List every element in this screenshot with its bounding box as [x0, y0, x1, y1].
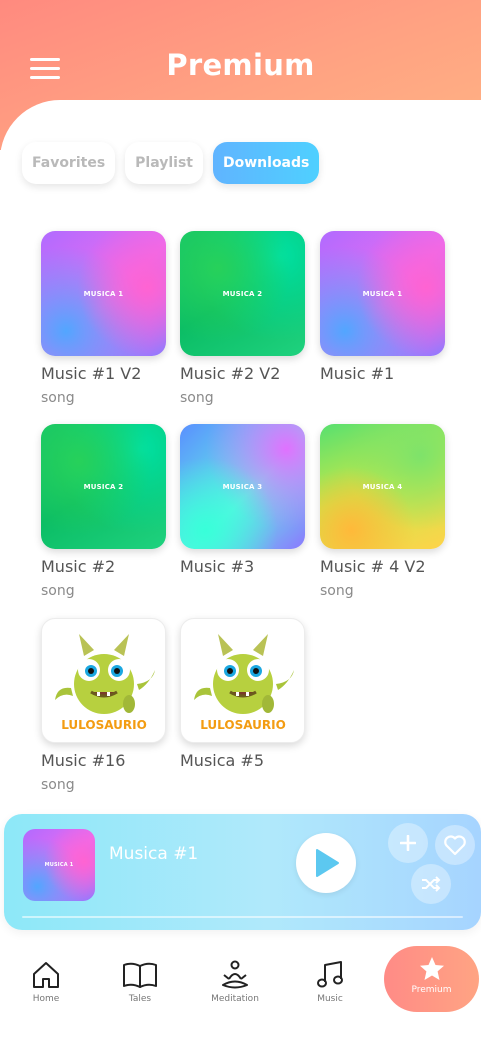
monster-mascot-icon: LULOSAURIO	[54, 633, 155, 732]
player-thumbnail: MUSICA 1	[23, 829, 95, 901]
favorite-button[interactable]	[435, 825, 475, 865]
add-to-playlist-button[interactable]	[388, 823, 428, 863]
music-thumbnail[interactable]: MUSICA 4	[320, 424, 445, 549]
bottom-nav: Home Tales Meditation Music Premium	[0, 940, 481, 1042]
music-thumbnail[interactable]: MUSICA 1	[320, 231, 445, 356]
music-card[interactable]: MUSICA 4 Music # 4 V2 song	[320, 424, 445, 599]
music-card[interactable]: MUSICA 2 Music #2 V2 song	[180, 231, 305, 406]
nav-music[interactable]: Music	[290, 960, 370, 1004]
music-title: Music #2 V2	[180, 364, 281, 383]
book-icon	[123, 962, 157, 988]
shuffle-icon	[422, 876, 441, 892]
nav-label: Music	[317, 994, 343, 1004]
nav-label: Home	[32, 994, 60, 1004]
plus-icon	[400, 835, 416, 851]
music-card[interactable]: MUSICA 1 Music #1	[320, 231, 445, 383]
music-card[interactable]: LULOSAURIO Musica #5	[180, 618, 305, 770]
tab-favorites[interactable]: Favorites	[22, 142, 116, 184]
star-icon	[419, 957, 444, 980]
tab-playlist[interactable]: Playlist	[125, 142, 203, 184]
page-title: Premium	[166, 48, 315, 82]
music-note-icon	[317, 961, 343, 988]
thumbnail-label: MUSICA 4	[362, 482, 403, 491]
thumbnail-label: MUSICA 1	[83, 289, 124, 298]
music-card[interactable]: MUSICA 2 Music #2 song	[41, 424, 166, 599]
music-title: Music # 4 V2	[320, 557, 426, 576]
music-subtitle: song	[41, 777, 75, 793]
player-track-title: Musica #1	[109, 844, 199, 864]
home-icon	[33, 962, 59, 988]
svg-text:LULOSAURIO: LULOSAURIO	[61, 718, 147, 732]
music-title: Music #16	[41, 751, 126, 770]
music-card[interactable]: MUSICA 3 Music #3	[180, 424, 305, 576]
music-title: Music #1 V2	[41, 364, 142, 383]
thumbnail-label: MUSICA 3	[222, 482, 263, 491]
music-subtitle: song	[320, 583, 354, 599]
play-button[interactable]	[296, 833, 356, 893]
nav-home[interactable]: Home	[6, 960, 86, 1004]
music-title: Music #1	[320, 364, 395, 383]
music-thumbnail[interactable]: LULOSAURIO	[180, 618, 305, 743]
nav-label: Premium	[411, 985, 452, 995]
nav-label: Tales	[128, 994, 152, 1004]
music-subtitle: song	[41, 390, 75, 406]
music-thumbnail[interactable]: MUSICA 3	[180, 424, 305, 549]
tab-downloads[interactable]: Downloads	[213, 142, 320, 184]
music-subtitle: song	[41, 583, 75, 599]
music-thumbnail[interactable]: MUSICA 2	[41, 424, 166, 549]
music-card[interactable]: MUSICA 1 Music #1 V2 song	[41, 231, 166, 406]
progress-track[interactable]	[22, 916, 463, 918]
thumbnail-label: MUSICA 2	[83, 482, 124, 491]
svg-text:LULOSAURIO: LULOSAURIO	[200, 718, 286, 732]
music-thumbnail[interactable]: MUSICA 2	[180, 231, 305, 356]
music-subtitle: song	[180, 390, 214, 406]
nav-label: Meditation	[211, 994, 259, 1004]
meditation-icon	[222, 960, 248, 989]
music-title: Music #3	[180, 557, 255, 576]
thumbnail-label: MUSICA 2	[222, 289, 263, 298]
music-card[interactable]: LULOSAURIO Music #16 song	[41, 618, 166, 793]
shuffle-button[interactable]	[411, 864, 451, 904]
music-title: Music #2	[41, 557, 116, 576]
nav-meditation[interactable]: Meditation	[195, 960, 275, 1004]
nav-tales[interactable]: Tales	[100, 960, 180, 1004]
monster-mascot-icon: LULOSAURIO	[193, 633, 294, 732]
play-icon	[316, 849, 339, 877]
tab-bar: Favorites Playlist Downloads	[22, 142, 320, 184]
music-thumbnail[interactable]: MUSICA 1	[41, 231, 166, 356]
music-thumbnail[interactable]: LULOSAURIO	[41, 618, 166, 743]
nav-premium[interactable]: Premium	[384, 946, 479, 1012]
heart-icon	[444, 835, 466, 856]
thumbnail-label: MUSICA 1	[44, 862, 74, 868]
music-title: Musica #5	[180, 751, 264, 770]
thumbnail-label: MUSICA 1	[362, 289, 403, 298]
mini-player[interactable]: MUSICA 1 Musica #1	[4, 814, 481, 930]
